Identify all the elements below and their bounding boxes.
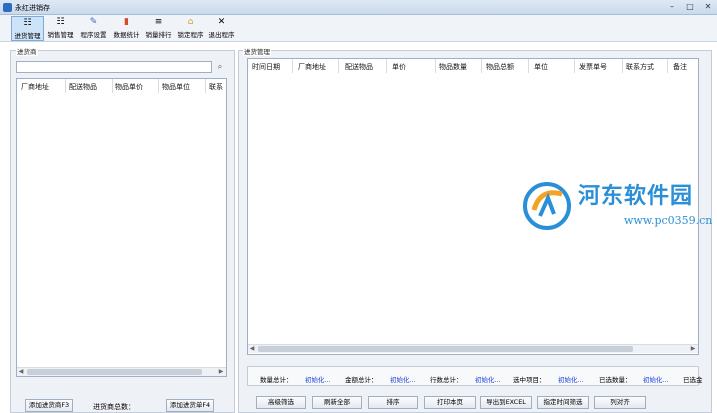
toolbar-exit-button[interactable]: ✕ 退出程序 xyxy=(205,16,238,41)
stats-icon: ▮ xyxy=(124,17,129,27)
time-filter-button[interactable]: 指定时间筛选 xyxy=(537,396,589,409)
purchase-table-scrollbar[interactable]: ◀ ▶ xyxy=(248,344,698,353)
toolbar-label: 销售管理 xyxy=(47,31,74,39)
column-header[interactable]: 物品单价 xyxy=(115,82,143,92)
toolbar-sales-button[interactable]: ☷ 销售管理 xyxy=(44,16,77,41)
column-header[interactable]: 联系 xyxy=(209,82,223,92)
refresh-all-button[interactable]: 刷新全部 xyxy=(312,396,362,409)
add-supplier-button[interactable]: 添加进货商F3 xyxy=(25,399,73,412)
toolbar-label: 进货管理 xyxy=(14,32,41,40)
toolbar-label: 销量排行 xyxy=(145,31,172,39)
title-bar: 永红进销存 – □ ✕ xyxy=(0,0,717,15)
scroll-thumb[interactable] xyxy=(258,346,633,352)
supplier-count-label: 进货商总数： xyxy=(93,403,135,411)
column-header[interactable]: 配送物品 xyxy=(345,62,373,72)
exit-icon: ✕ xyxy=(217,17,226,27)
purchase-panel-title: 进货管理 xyxy=(243,46,271,56)
column-header[interactable]: 单位 xyxy=(534,62,548,72)
toolbar-ranking-button[interactable]: ≡ 销量排行 xyxy=(142,16,175,41)
column-header[interactable]: 物品数量 xyxy=(439,62,467,72)
selected-quantity-value: 初始化... xyxy=(643,376,669,384)
align-columns-button[interactable]: 列对齐 xyxy=(594,396,646,409)
watermark: 河东软件园 www.pc0359.cn xyxy=(518,176,716,236)
supplier-search-input[interactable] xyxy=(16,61,212,73)
column-header[interactable]: 发票单号 xyxy=(579,62,607,72)
toolbar-purchase-button[interactable]: ☷ 进货管理 xyxy=(11,16,44,41)
column-header[interactable]: 配送物品 xyxy=(69,82,97,92)
app-icon xyxy=(3,3,12,12)
search-icon[interactable]: ⌕ xyxy=(214,61,226,73)
ranking-icon: ≡ xyxy=(154,17,163,27)
export-excel-button[interactable]: 导出到EXCEL xyxy=(480,396,532,409)
watermark-url: www.pc0359.cn xyxy=(624,214,713,227)
advanced-filter-button[interactable]: 高级筛选 xyxy=(256,396,306,409)
column-header[interactable]: 厂商地址 xyxy=(298,62,326,72)
toolbar-stats-button[interactable]: ▮ 数据统计 xyxy=(110,16,143,41)
scroll-left-icon[interactable]: ◀ xyxy=(248,345,256,353)
window-title: 永红进销存 xyxy=(15,4,50,12)
toolbar: ☷ 进货管理 ☷ 销售管理 ✎ 程序设置 ▮ 数据统计 ≡ 销量排行 ⌂ 锁定程… xyxy=(0,15,717,42)
minimize-button[interactable]: – xyxy=(664,1,680,13)
supplier-table-header: 厂商地址 配送物品 物品单价 物品单位 联系 xyxy=(17,79,226,93)
sort-button[interactable]: 排序 xyxy=(368,396,418,409)
watermark-text: 河东软件园 xyxy=(578,184,694,209)
close-button[interactable]: ✕ xyxy=(700,1,716,13)
amount-total-label: 金额总计： xyxy=(345,376,378,384)
toolbar-label: 退出程序 xyxy=(208,31,235,39)
column-header[interactable]: 物品总额 xyxy=(486,62,514,72)
sales-icon: ☷ xyxy=(56,17,65,27)
watermark-logo xyxy=(523,182,571,230)
scroll-right-icon[interactable]: ▶ xyxy=(217,368,225,376)
add-purchase-order-button[interactable]: 添加进货单F4 xyxy=(166,399,214,412)
toolbar-label: 锁定程序 xyxy=(177,31,204,39)
selected-amount-label: 已选金 xyxy=(683,376,703,384)
purchase-icon: ☷ xyxy=(23,18,32,28)
column-header[interactable]: 单价 xyxy=(392,62,406,72)
print-page-button[interactable]: 打印本页 xyxy=(424,396,476,409)
row-total-label: 行数总计： xyxy=(430,376,463,384)
quantity-total-value: 初始化... xyxy=(305,376,331,384)
column-header[interactable]: 联系方式 xyxy=(626,62,654,72)
toolbar-label: 数据统计 xyxy=(113,31,140,39)
supplier-panel-title: 进货商 xyxy=(16,46,38,56)
settings-icon: ✎ xyxy=(89,17,98,27)
column-header[interactable]: 物品单位 xyxy=(162,82,190,92)
scroll-left-icon[interactable]: ◀ xyxy=(17,368,25,376)
selected-items-label: 选中项目： xyxy=(513,376,546,384)
selected-items-value: 初始化... xyxy=(558,376,584,384)
supplier-table-scrollbar[interactable]: ◀ ▶ xyxy=(17,367,226,376)
amount-total-value: 初始化... xyxy=(390,376,416,384)
scroll-thumb[interactable] xyxy=(27,369,202,375)
quantity-total-label: 数量总计： xyxy=(260,376,293,384)
column-header[interactable]: 时间日期 xyxy=(252,62,280,72)
column-header[interactable]: 备注 xyxy=(673,62,687,72)
toolbar-lock-button[interactable]: ⌂ 锁定程序 xyxy=(174,16,207,41)
row-total-value: 初始化... xyxy=(475,376,501,384)
scroll-right-icon[interactable]: ▶ xyxy=(689,345,697,353)
toolbar-settings-button[interactable]: ✎ 程序设置 xyxy=(77,16,110,41)
lock-icon: ⌂ xyxy=(187,17,194,27)
purchase-table-header: 时间日期 厂商地址 配送物品 单价 物品数量 物品总额 单位 发票单号 联系方式… xyxy=(248,59,698,73)
maximize-button[interactable]: □ xyxy=(682,1,698,13)
selected-quantity-label: 已选数量： xyxy=(599,376,632,384)
toolbar-label: 程序设置 xyxy=(80,31,107,39)
column-header[interactable]: 厂商地址 xyxy=(21,82,49,92)
supplier-table[interactable]: 厂商地址 配送物品 物品单价 物品单位 联系 ◀ ▶ xyxy=(16,78,227,377)
